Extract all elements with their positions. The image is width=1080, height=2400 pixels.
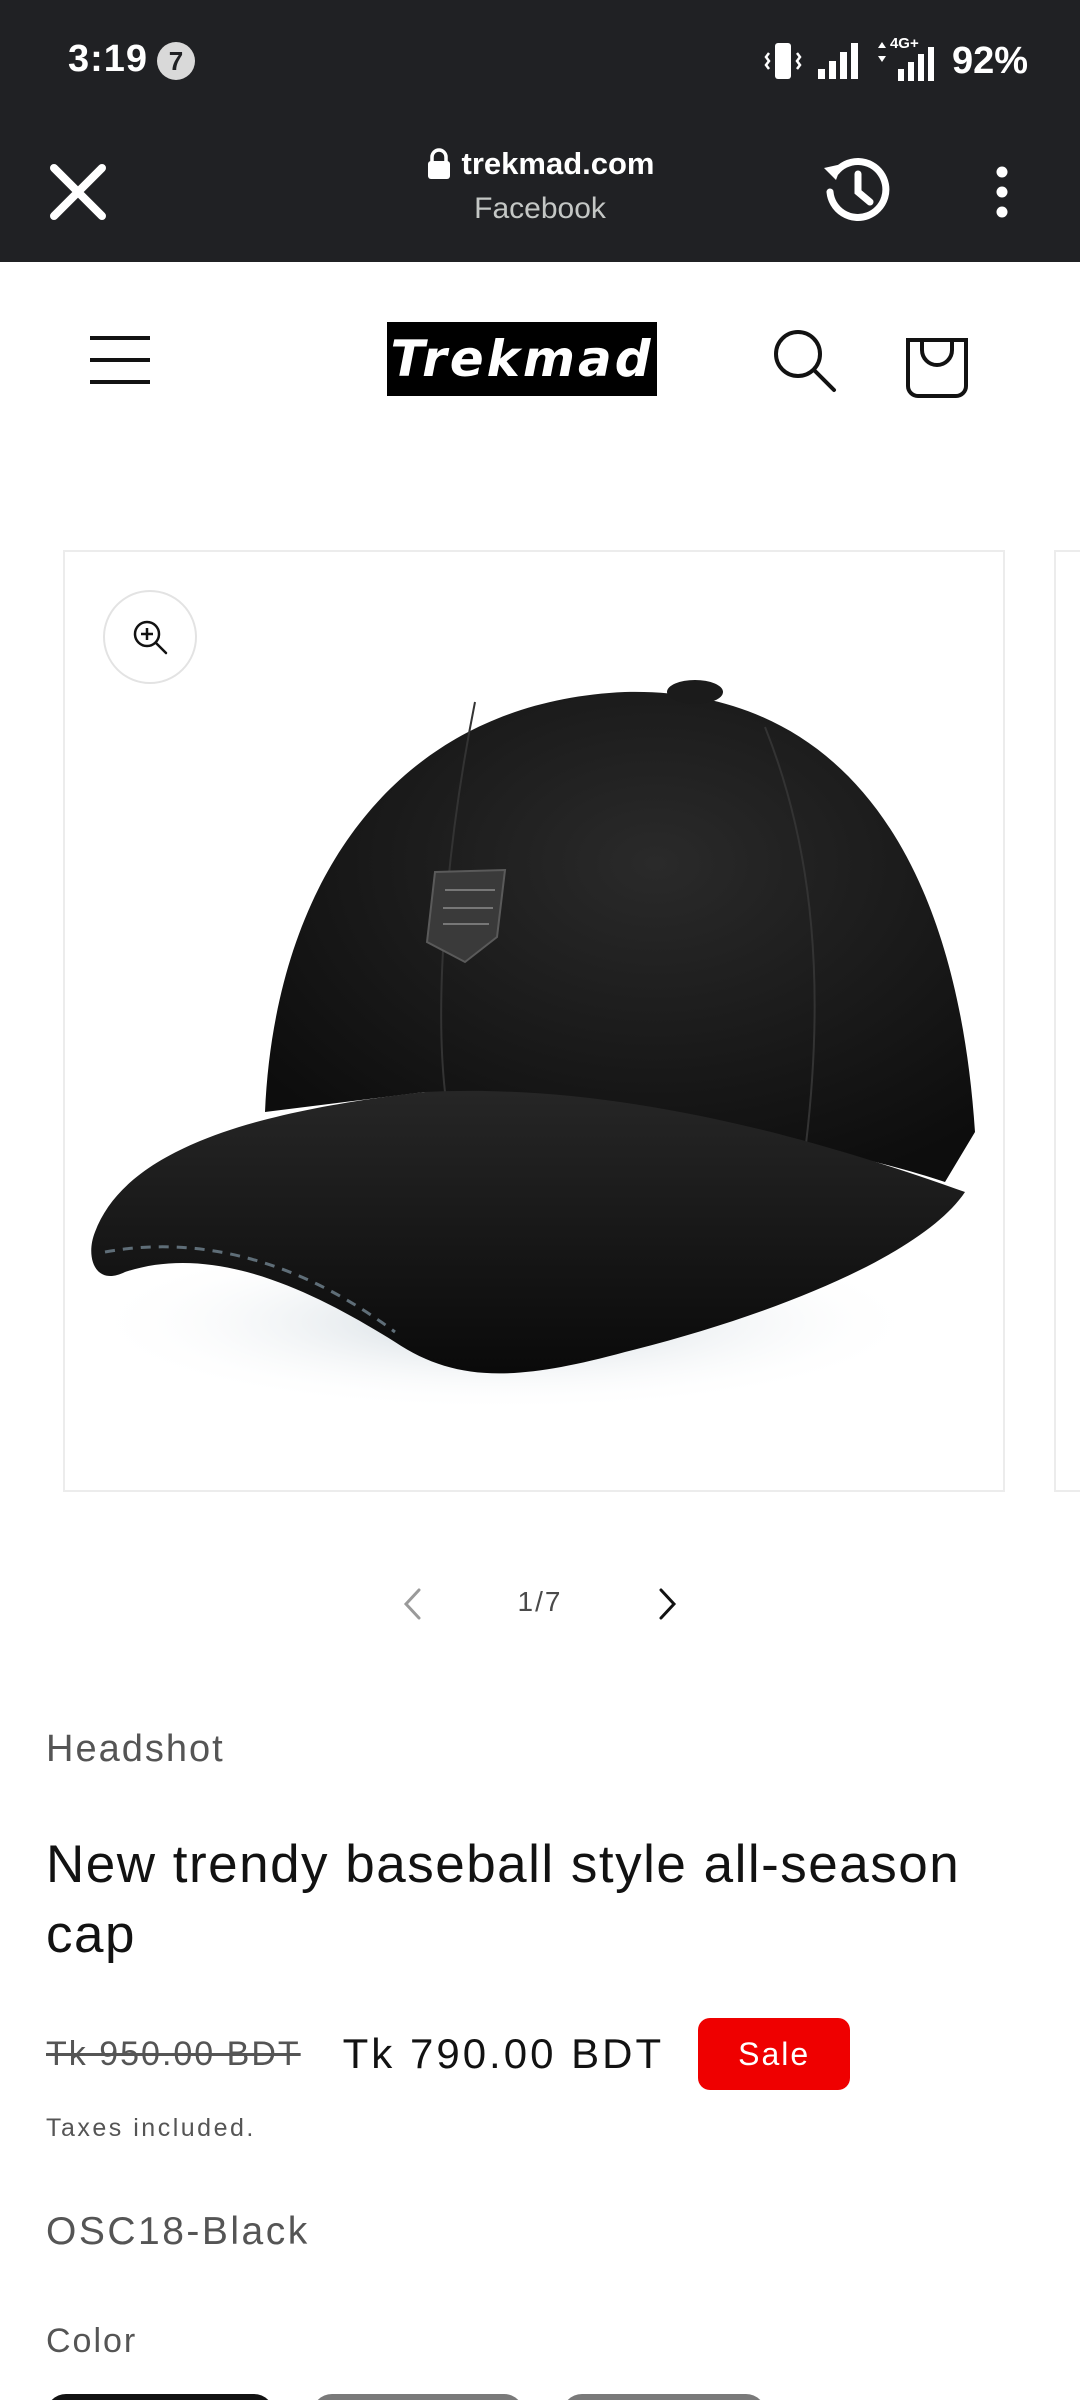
product-vendor: Headshot [46,1728,225,1770]
color-label: Color [46,2322,138,2360]
taxes-note: Taxes included. [46,2114,256,2142]
color-option-selected[interactable] [46,2394,274,2400]
color-option[interactable] [562,2394,766,2400]
cart-icon[interactable] [900,320,974,400]
signal-icon-2 [897,47,934,81]
notification-count-badge: 7 [157,42,195,80]
product-sku: OSC18-Black [46,2210,310,2253]
battery-level: 92% [951,39,1028,82]
chevron-left-icon[interactable] [392,1582,436,1626]
url-display[interactable]: trekmad.com Facebook [340,146,740,226]
url-domain: trekmad.com [461,146,655,181]
menu-icon[interactable] [86,332,154,388]
chevron-right-icon[interactable] [644,1582,688,1626]
price-row: Tk 950.00 BDT Tk 790.00 BDT Sale [46,2018,851,2090]
cap-image [85,680,975,1412]
zoom-in-icon [133,620,168,655]
close-icon[interactable] [42,156,114,228]
browser-toolbar: trekmad.com Facebook [0,124,1080,262]
site-header: Trekmad [0,262,1080,462]
color-swatches [46,2394,766,2400]
site-logo[interactable]: Trekmad [387,322,657,396]
product-image-next[interactable] [1054,550,1080,1492]
slider-navigation: 1/7 [380,1570,700,1636]
sale-badge: Sale [698,2018,851,2090]
zoom-button[interactable] [103,590,197,684]
vibrate-icon [764,43,802,79]
status-time: 3:19 [68,38,149,80]
mobile-data-signal: 4G+ [876,35,940,83]
price-regular: Tk 950.00 BDT [46,2034,301,2073]
url-source: Facebook [474,192,606,225]
status-bar: 3:19 7 4G+ 92% [0,0,1080,124]
slider-counter: 1/7 [517,1586,563,1617]
signal-icon [817,43,858,79]
history-icon[interactable] [818,150,898,230]
search-icon[interactable] [770,326,840,396]
data-arrows-icon [877,42,886,62]
more-options-icon[interactable] [978,160,1026,224]
status-indicators: 4G+ 92% [762,35,1028,86]
lock-icon [427,148,450,179]
product-image-main[interactable] [63,550,1005,1492]
product-title: New trendy baseball style all-season cap [46,1835,961,1964]
price-sale: Tk 790.00 BDT [342,2030,665,2077]
color-option[interactable] [312,2394,524,2400]
